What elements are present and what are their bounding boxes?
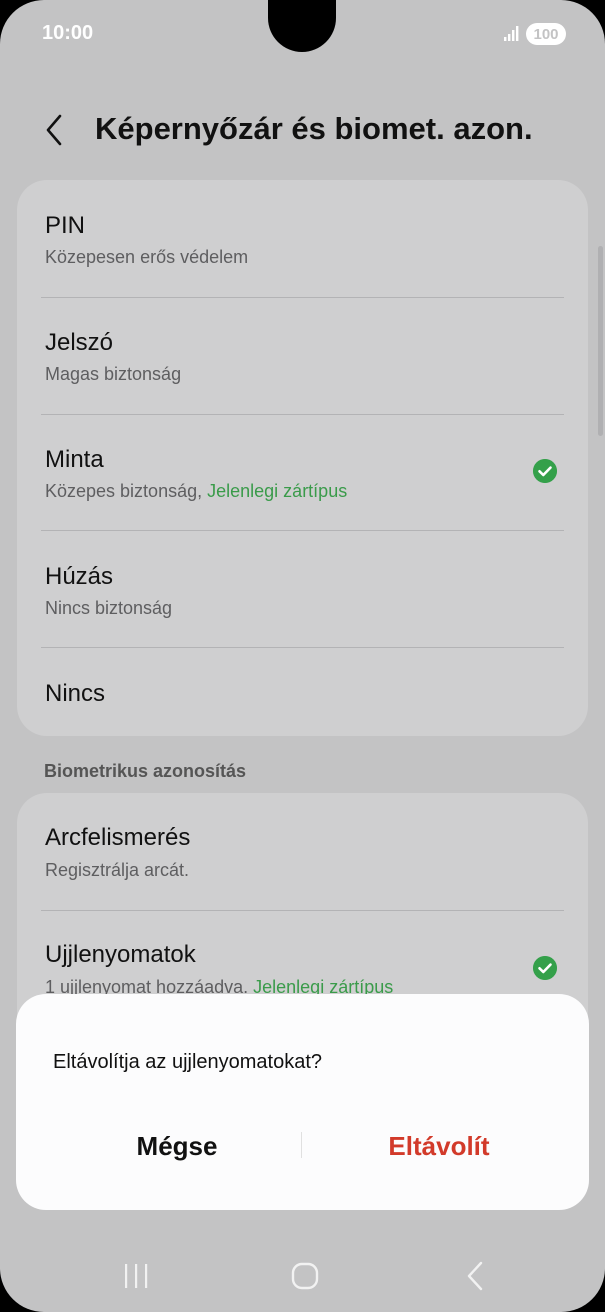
item-title: PIN <box>45 212 86 239</box>
battery-icon: 100 <box>526 23 566 45</box>
item-subtitle: Közepesen erős védelem <box>45 247 249 267</box>
item-title: Minta <box>45 446 104 473</box>
battery-level: 100 <box>533 25 559 43</box>
list-item-none[interactable]: Nincs <box>17 647 588 736</box>
signal-icon <box>504 26 519 41</box>
cancel-button[interactable]: Mégse <box>76 1118 278 1174</box>
recents-icon[interactable] <box>116 1258 156 1294</box>
list-item-face-recognition[interactable]: Arcfelismerés Regisztrálja arcát. <box>17 793 588 910</box>
screen: 10:00 100 Képernyőzár és biomet. azon. P… <box>0 0 605 1312</box>
confirm-dialog: Eltávolítja az ujjlenyomatokat? Mégse El… <box>16 994 589 1210</box>
item-subtitle: Magas biztonság <box>45 364 182 384</box>
item-title: Nincs <box>45 680 106 707</box>
item-subtitle: Regisztrálja arcát. <box>45 860 190 880</box>
check-icon <box>533 956 557 980</box>
item-title: Ujjlenyomatok <box>45 941 196 968</box>
home-icon[interactable] <box>285 1258 325 1294</box>
chevron-left-icon[interactable] <box>38 112 74 148</box>
list-item-pin[interactable]: PIN Közepesen erős védelem <box>17 180 588 297</box>
dialog-message: Eltávolítja az ujjlenyomatokat? <box>53 1051 323 1073</box>
current-lock-status: Jelenlegi zártípus <box>207 481 348 501</box>
item-subtitle-text: Közepes biztonság, <box>45 481 203 501</box>
remove-button[interactable]: Eltávolít <box>329 1118 549 1174</box>
item-title: Húzás <box>45 563 114 590</box>
scrollbar[interactable] <box>598 246 603 436</box>
check-icon <box>533 459 557 483</box>
list-item-pattern[interactable]: Minta Közepes biztonság, Jelenlegi zártí… <box>17 414 588 531</box>
item-subtitle: Közepes biztonság, Jelenlegi zártípus <box>45 481 347 502</box>
list-item-password[interactable]: Jelszó Magas biztonság <box>17 297 588 414</box>
section-label-biometrics: Biometrikus azonosítás <box>44 761 247 781</box>
item-title: Jelszó <box>45 329 114 356</box>
button-divider <box>301 1132 302 1158</box>
camera-notch <box>268 0 336 52</box>
back-icon[interactable] <box>456 1258 496 1294</box>
lock-type-list: PIN Közepesen erős védelem Jelszó Magas … <box>17 180 588 736</box>
item-subtitle: Nincs biztonság <box>45 598 173 618</box>
page-title: Képernyőzár és biomet. azon. <box>95 111 533 146</box>
list-item-swipe[interactable]: Húzás Nincs biztonság <box>17 530 588 647</box>
item-title: Arcfelismerés <box>45 824 191 851</box>
status-time: 10:00 <box>42 22 94 44</box>
